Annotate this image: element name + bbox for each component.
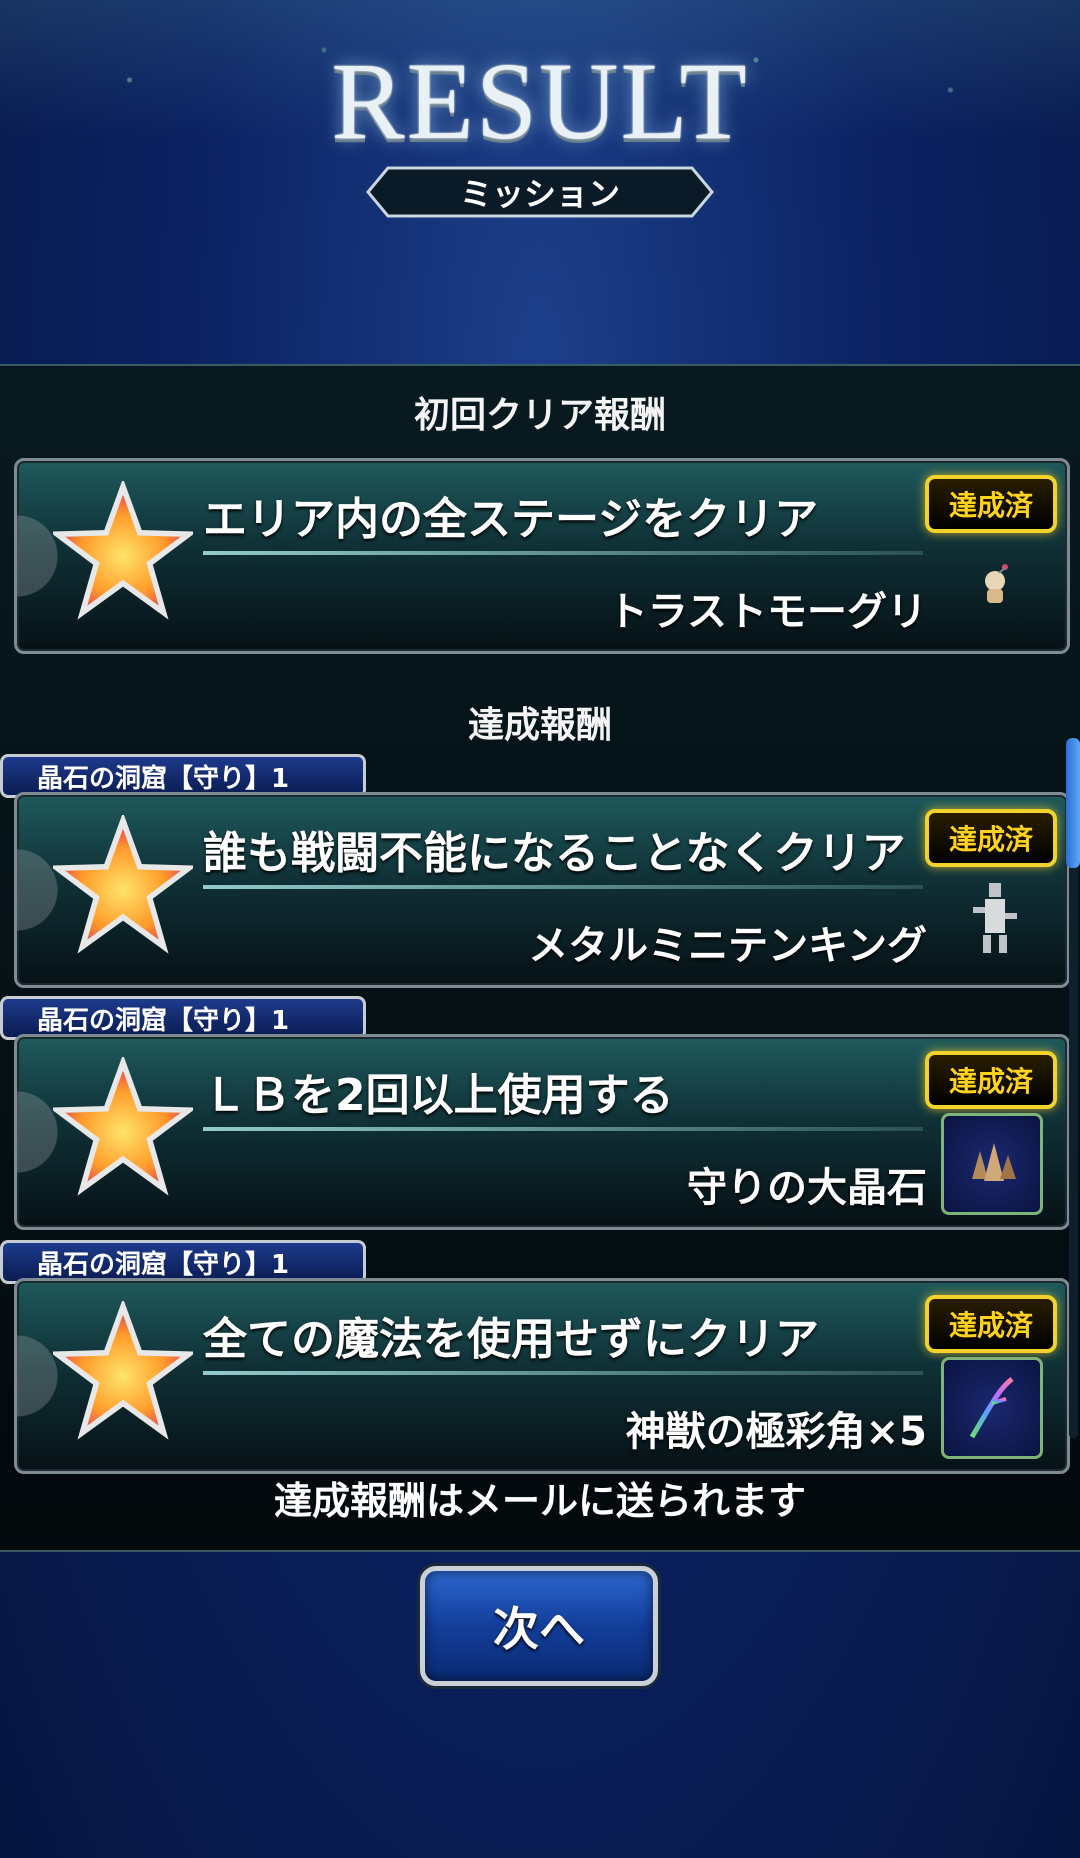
crystal-icon (941, 1113, 1043, 1215)
mission-text: 誰も戦闘不能になることなくクリア (203, 828, 906, 879)
reward-name: 守りの大晶石 (687, 1165, 927, 1211)
moogle-icon (947, 537, 1043, 633)
results-panel[interactable]: 初回クリア報酬 エリア内の全ステージをクリア 達成済 トラストモーグリ 達成報酬 (0, 364, 1080, 1552)
achieved-badge: 達成済 (925, 1051, 1057, 1109)
first-clear-section-title: 初回クリア報酬 (413, 395, 666, 436)
mission-text: ＬＢを2回以上使用する (203, 1070, 674, 1121)
first-clear-mission-card: エリア内の全ステージをクリア 達成済 トラストモーグリ (14, 458, 1070, 654)
achievement-mission-card: ＬＢを2回以上使用する 達成済 守りの大晶石 (14, 1034, 1070, 1230)
achieved-badge: 達成済 (925, 1295, 1057, 1353)
divider (203, 1127, 923, 1131)
divider (203, 551, 923, 555)
star-icon (53, 1301, 193, 1440)
achieved-badge: 達成済 (925, 475, 1057, 533)
next-button[interactable]: 次へ (420, 1566, 658, 1686)
achievement-mission-card: 誰も戦闘不能になることなくクリア 達成済 メタルミニテンキング (14, 792, 1070, 988)
achieved-badge: 達成済 (925, 809, 1057, 867)
achievement-section-title: 達成報酬 (467, 705, 612, 746)
horn-icon (941, 1357, 1043, 1459)
star-icon (53, 1057, 193, 1196)
result-title: RESULT (331, 40, 749, 162)
footer-note: 達成報酬はメールに送られます (273, 1479, 806, 1523)
divider (203, 1371, 923, 1375)
reward-name: 神獣の極彩角×5 (625, 1409, 927, 1455)
scrollbar-thumb[interactable] (1066, 738, 1080, 868)
divider (203, 885, 923, 889)
reward-name: トラストモーグリ (607, 589, 927, 635)
mission-text: 全ての魔法を使用せずにクリア (203, 1314, 819, 1365)
mission-text: エリア内の全ステージをクリア (203, 494, 819, 545)
star-icon (53, 481, 193, 620)
reward-name: メタルミニテンキング (528, 923, 927, 969)
mission-subtitle-label: ミッション (459, 175, 620, 213)
mission-subtitle-badge: ミッション (366, 166, 714, 218)
star-icon (53, 815, 193, 954)
metal-cactuar-icon (947, 871, 1043, 967)
achievement-mission-card: 全ての魔法を使用せずにクリア 達成済 神獣の極彩角×5 (14, 1278, 1070, 1474)
